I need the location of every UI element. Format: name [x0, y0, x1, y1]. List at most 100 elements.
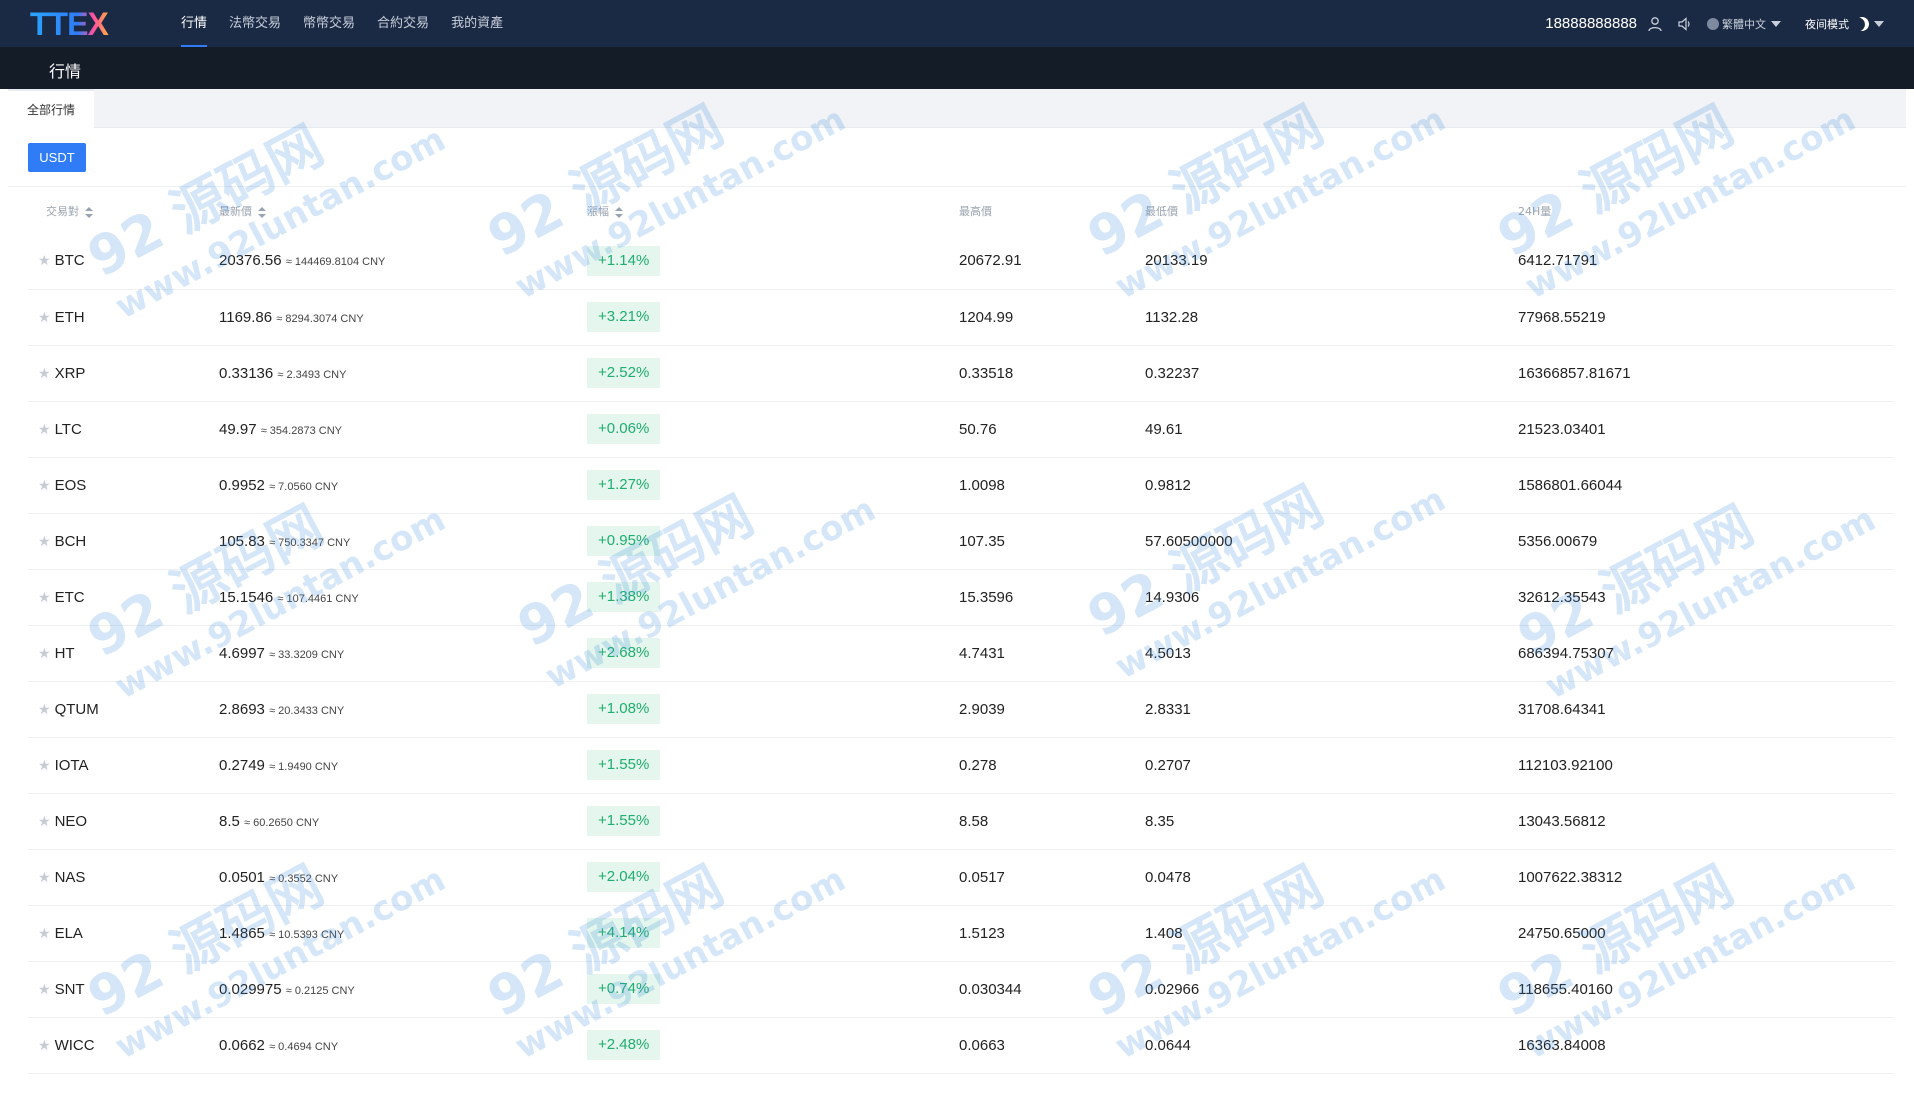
cell-change: +4.14%	[583, 905, 951, 962]
cell-low: 20133.19	[1137, 233, 1508, 290]
user-icon[interactable]	[1647, 16, 1663, 32]
change-badge: +0.06%	[587, 414, 661, 444]
star-icon[interactable]: ★	[38, 477, 51, 493]
table-row[interactable]: ★ ELA 1.4865 ≈ 10.5393 CNY +4.14% 1.5123 1.40…	[28, 905, 1894, 962]
star-icon[interactable]: ★	[38, 869, 51, 885]
star-icon[interactable]: ★	[38, 1037, 51, 1053]
globe-icon	[1707, 17, 1719, 30]
night-mode-toggle[interactable]: 夜间模式	[1805, 16, 1884, 32]
change-badge: +1.14%	[587, 245, 661, 276]
star-icon[interactable]: ★	[38, 701, 51, 717]
cell-change: +3.21%	[583, 289, 951, 346]
star-icon[interactable]: ★	[38, 365, 51, 381]
nav-item-market[interactable]: 行情	[181, 0, 208, 47]
cell-volume: 16363.84008	[1508, 1017, 1894, 1074]
cell-high: 0.030344	[951, 961, 1137, 1018]
table-row[interactable]: ★ NAS 0.0501 ≈ 0.3552 CNY +2.04% 0.0517 0.047…	[28, 849, 1894, 906]
table-row[interactable]: ★ XRP 0.33136 ≈ 2.3493 CNY +2.52% 0.33518 0.3…	[28, 345, 1894, 402]
cell-high: 8.58	[951, 793, 1137, 850]
star-icon[interactable]: ★	[38, 309, 51, 325]
header-change[interactable]: 漲幅	[583, 189, 951, 233]
cell-latest-price: 49.97 ≈ 354.2873 CNY	[215, 401, 583, 458]
cell-low: 0.02966	[1137, 961, 1508, 1018]
cell-latest-price: 15.1546 ≈ 107.4461 CNY	[215, 569, 583, 626]
table-row[interactable]: ★ BTC 20376.56 ≈ 144469.8104 CNY +1.14% 2067…	[28, 233, 1894, 290]
cell-volume: 118655.40160	[1508, 961, 1894, 1018]
table-row[interactable]: ★ ETC 15.1546 ≈ 107.4461 CNY +1.38% 15.3596 1…	[28, 569, 1894, 626]
sort-icon	[615, 206, 623, 218]
nav-item-contract-trade[interactable]: 合約交易	[377, 0, 429, 47]
cell-volume: 1586801.66044	[1508, 457, 1894, 514]
star-icon[interactable]: ★	[38, 252, 51, 268]
price-cny: ≈ 60.2650 CNY	[244, 816, 320, 829]
cell-low: 57.60500000	[1137, 513, 1508, 570]
nav-item-coin-trade[interactable]: 幣幣交易	[303, 0, 355, 47]
star-icon[interactable]: ★	[38, 757, 51, 773]
cell-latest-price: 20376.56 ≈ 144469.8104 CNY	[215, 233, 583, 290]
change-badge: +2.48%	[587, 1030, 661, 1060]
star-icon[interactable]: ★	[38, 813, 51, 829]
star-icon[interactable]: ★	[38, 981, 51, 997]
price-cny: ≈ 20.3433 CNY	[269, 704, 345, 717]
star-icon[interactable]: ★	[38, 421, 51, 437]
cell-change: +0.06%	[583, 401, 951, 458]
header-high: 最高價	[959, 205, 992, 218]
cell-change: +1.08%	[583, 681, 951, 738]
cell-volume: 16366857.81671	[1508, 345, 1894, 402]
table-row[interactable]: ★ BCH 105.83 ≈ 750.3347 CNY +0.95% 107.35 57.…	[28, 513, 1894, 570]
cell-volume: 686394.75307	[1508, 625, 1894, 682]
star-icon[interactable]: ★	[38, 645, 51, 661]
price-cny: ≈ 2.3493 CNY	[277, 368, 347, 381]
page-title: 行情	[49, 62, 82, 81]
price-cny: ≈ 144469.8104 CNY	[285, 256, 386, 269]
nav-item-my-assets[interactable]: 我的資產	[451, 0, 503, 47]
language-selector[interactable]: 繁體中文	[1707, 16, 1781, 32]
price-value: 8.5	[219, 812, 240, 830]
price-value: 4.6997	[219, 644, 265, 662]
account-phone[interactable]: 18888888888	[1545, 15, 1637, 32]
table-row[interactable]: ★ WICC 0.0662 ≈ 0.4694 CNY +2.48% 0.0663 0.06…	[28, 1017, 1894, 1074]
table-row[interactable]: ★ SNT 0.029975 ≈ 0.2125 CNY +0.74% 0.030344 0…	[28, 961, 1894, 1018]
table-row[interactable]: ★ ETH 1169.86 ≈ 8294.3074 CNY +3.21% 1204.99…	[28, 289, 1894, 346]
header-volume: 24H量	[1518, 205, 1552, 218]
pair-name: HT	[54, 644, 75, 662]
price-value: 15.1546	[219, 588, 274, 606]
table-row[interactable]: ★ IOTA 0.2749 ≈ 1.9490 CNY +1.55% 0.278 0.270…	[28, 737, 1894, 794]
table-row[interactable]: ★ HT 4.6997 ≈ 33.3209 CNY +2.68% 4.7431 4.501…	[28, 625, 1894, 682]
market-content: 全部行情 USDT 交易對 最新價 漲幅 最高價 最低價 24H量 ★ BTC 20…	[8, 89, 1906, 1108]
pair-name: LTC	[54, 420, 82, 438]
price-value: 0.33136	[219, 364, 274, 382]
chevron-down-icon	[1874, 20, 1884, 27]
tab-all-markets[interactable]: 全部行情	[8, 89, 94, 128]
star-icon[interactable]: ★	[38, 533, 51, 549]
table-row[interactable]: ★ NEO 8.5 ≈ 60.2650 CNY +1.55% 8.58 8.35 13043…	[28, 793, 1894, 850]
table-row[interactable]: ★ LTC 49.97 ≈ 354.2873 CNY +0.06% 50.76 49.61…	[28, 401, 1894, 458]
cell-pair: ★ BTC	[28, 233, 215, 290]
cell-low: 2.8331	[1137, 681, 1508, 738]
sound-icon[interactable]	[1677, 16, 1693, 32]
price-cny: ≈ 0.3552 CNY	[269, 872, 339, 885]
page-header: 行情	[0, 47, 1914, 89]
header-pair[interactable]: 交易對	[28, 189, 215, 233]
nav-item-fiat-trade[interactable]: 法幣交易	[229, 0, 281, 47]
price-cny: ≈ 354.2873 CNY	[260, 424, 342, 437]
cell-latest-price: 1169.86 ≈ 8294.3074 CNY	[215, 289, 583, 346]
header-latest-price[interactable]: 最新價	[215, 189, 583, 233]
cell-pair: ★ HT	[28, 625, 215, 682]
price-value: 1169.86	[219, 308, 273, 326]
cell-change: +0.95%	[583, 513, 951, 570]
table-row[interactable]: ★ QTUM 2.8693 ≈ 20.3433 CNY +1.08% 2.9039 2.8…	[28, 681, 1894, 738]
change-badge: +4.14%	[587, 918, 661, 948]
pair-name: XRP	[54, 364, 86, 382]
change-badge: +0.74%	[587, 974, 661, 1004]
chevron-down-icon	[1771, 20, 1781, 27]
ttex-logo[interactable]: TTEX	[28, 6, 153, 42]
star-icon[interactable]: ★	[38, 925, 51, 941]
star-icon[interactable]: ★	[38, 589, 51, 605]
table-row[interactable]: ★ EOS 0.9952 ≈ 7.0560 CNY +1.27% 1.0098 0.981…	[28, 457, 1894, 514]
price-value: 105.83	[219, 532, 265, 550]
cell-volume: 1007622.38312	[1508, 849, 1894, 906]
cell-pair: ★ ETH	[28, 289, 215, 346]
cell-pair: ★ BCH	[28, 513, 215, 570]
usdt-filter-button[interactable]: USDT	[28, 143, 86, 172]
